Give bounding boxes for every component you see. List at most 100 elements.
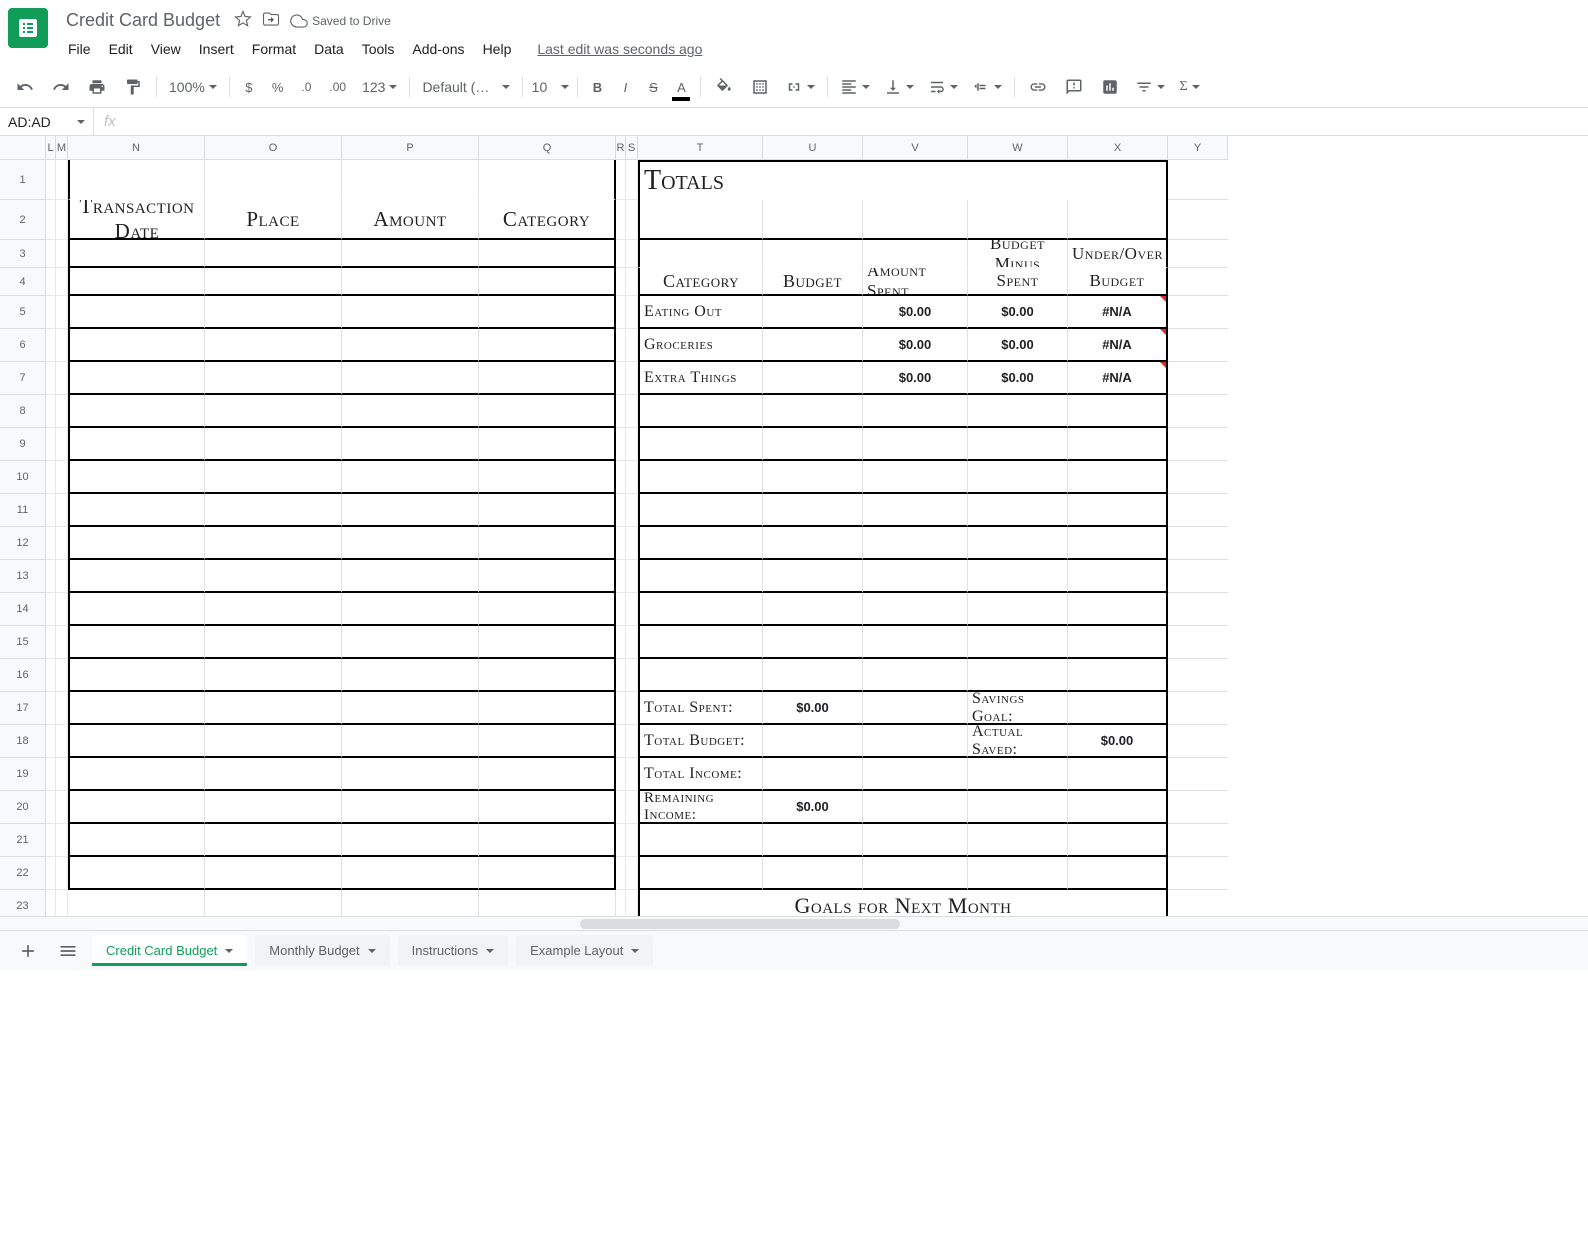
- cell-R1[interactable]: [616, 160, 626, 200]
- cell-Q13[interactable]: [479, 560, 616, 593]
- cell-N6[interactable]: [68, 329, 205, 362]
- cell-L17[interactable]: [46, 692, 56, 725]
- cell-W3[interactable]: Budget Minus: [968, 240, 1068, 268]
- currency-button[interactable]: $: [236, 73, 262, 101]
- cell-R23[interactable]: [616, 890, 626, 916]
- cell-T21[interactable]: [638, 824, 763, 857]
- cell-U7[interactable]: [763, 362, 863, 395]
- cell-U14[interactable]: [763, 593, 863, 626]
- cell-U13[interactable]: [763, 560, 863, 593]
- cell-M16[interactable]: [56, 659, 68, 692]
- cell-O1[interactable]: [205, 160, 342, 200]
- cell-S13[interactable]: [626, 560, 638, 593]
- cell-L6[interactable]: [46, 329, 56, 362]
- cell-N12[interactable]: [68, 527, 205, 560]
- cell-M1[interactable]: [56, 160, 68, 200]
- cell-S1[interactable]: [626, 160, 638, 200]
- row-header-15[interactable]: 15: [0, 626, 46, 659]
- cell-L1[interactable]: [46, 160, 56, 200]
- cell-V5[interactable]: $0.00: [863, 296, 968, 329]
- cell-O11[interactable]: [205, 494, 342, 527]
- cell-W11[interactable]: [968, 494, 1068, 527]
- name-box[interactable]: AD:AD: [0, 108, 94, 135]
- column-header-T[interactable]: T: [638, 136, 763, 160]
- cell-U18[interactable]: [763, 725, 863, 758]
- column-header-N[interactable]: N: [68, 136, 205, 160]
- row-header-4[interactable]: 4: [0, 268, 46, 296]
- cell-W9[interactable]: [968, 428, 1068, 461]
- row-header-12[interactable]: 12: [0, 527, 46, 560]
- cell-N5[interactable]: [68, 296, 205, 329]
- cell-R3[interactable]: [616, 240, 626, 268]
- cell-M17[interactable]: [56, 692, 68, 725]
- cell-Q23[interactable]: [479, 890, 616, 916]
- cell-P20[interactable]: [342, 791, 479, 824]
- cell-N4[interactable]: [68, 268, 205, 296]
- cell-X10[interactable]: [1068, 461, 1168, 494]
- cell-N22[interactable]: [68, 857, 205, 890]
- cell-S8[interactable]: [626, 395, 638, 428]
- cell-P7[interactable]: [342, 362, 479, 395]
- cell-M2[interactable]: [56, 200, 68, 240]
- cell-O19[interactable]: [205, 758, 342, 791]
- sheet-tab-monthly-budget[interactable]: Monthly Budget: [255, 935, 389, 966]
- cell-Q17[interactable]: [479, 692, 616, 725]
- cell-U17[interactable]: $0.00: [763, 692, 863, 725]
- merge-button[interactable]: [779, 74, 821, 100]
- cell-Y20[interactable]: [1168, 791, 1228, 824]
- cell-Y6[interactable]: [1168, 329, 1228, 362]
- cell-U11[interactable]: [763, 494, 863, 527]
- italic-button[interactable]: I: [612, 73, 638, 101]
- cell-O20[interactable]: [205, 791, 342, 824]
- cell-T17[interactable]: Total Spent:: [638, 692, 763, 725]
- cell-S11[interactable]: [626, 494, 638, 527]
- cell-L2[interactable]: [46, 200, 56, 240]
- bold-button[interactable]: B: [584, 73, 610, 101]
- cell-O13[interactable]: [205, 560, 342, 593]
- cell-V12[interactable]: [863, 527, 968, 560]
- sheet-tab-example-layout[interactable]: Example Layout: [516, 935, 653, 966]
- cell-T15[interactable]: [638, 626, 763, 659]
- column-header-P[interactable]: P: [342, 136, 479, 160]
- cell-R13[interactable]: [616, 560, 626, 593]
- cell-X7[interactable]: #N/A: [1068, 362, 1168, 395]
- cell-L8[interactable]: [46, 395, 56, 428]
- menu-help[interactable]: Help: [475, 37, 520, 61]
- fill-color-button[interactable]: [707, 73, 741, 101]
- cell-M22[interactable]: [56, 857, 68, 890]
- cell-Y15[interactable]: [1168, 626, 1228, 659]
- cell-M23[interactable]: [56, 890, 68, 916]
- column-header-W[interactable]: W: [968, 136, 1068, 160]
- cell-R14[interactable]: [616, 593, 626, 626]
- column-header-Q[interactable]: Q: [479, 136, 616, 160]
- cell-V15[interactable]: [863, 626, 968, 659]
- cell-P15[interactable]: [342, 626, 479, 659]
- font-size-dropdown[interactable]: 10: [529, 75, 571, 99]
- cell-P19[interactable]: [342, 758, 479, 791]
- font-dropdown[interactable]: Default (Ca...: [416, 75, 516, 99]
- cell-S4[interactable]: [626, 268, 638, 296]
- column-header-X[interactable]: X: [1068, 136, 1168, 160]
- cell-R20[interactable]: [616, 791, 626, 824]
- move-icon[interactable]: [262, 10, 280, 31]
- cell-W5[interactable]: $0.00: [968, 296, 1068, 329]
- last-edit-link[interactable]: Last edit was seconds ago: [537, 41, 702, 57]
- row-header-10[interactable]: 10: [0, 461, 46, 494]
- cell-L18[interactable]: [46, 725, 56, 758]
- cell-M13[interactable]: [56, 560, 68, 593]
- cell-S20[interactable]: [626, 791, 638, 824]
- cell-Q20[interactable]: [479, 791, 616, 824]
- cell-L3[interactable]: [46, 240, 56, 268]
- cell-U20[interactable]: $0.00: [763, 791, 863, 824]
- cell-N11[interactable]: [68, 494, 205, 527]
- cell-R5[interactable]: [616, 296, 626, 329]
- cell-S5[interactable]: [626, 296, 638, 329]
- valign-button[interactable]: [878, 74, 920, 100]
- cell-P11[interactable]: [342, 494, 479, 527]
- cell-X17[interactable]: [1068, 692, 1168, 725]
- cell-O10[interactable]: [205, 461, 342, 494]
- cell-O15[interactable]: [205, 626, 342, 659]
- row-header-2[interactable]: 2: [0, 200, 46, 240]
- cell-X19[interactable]: [1068, 758, 1168, 791]
- cell-Y19[interactable]: [1168, 758, 1228, 791]
